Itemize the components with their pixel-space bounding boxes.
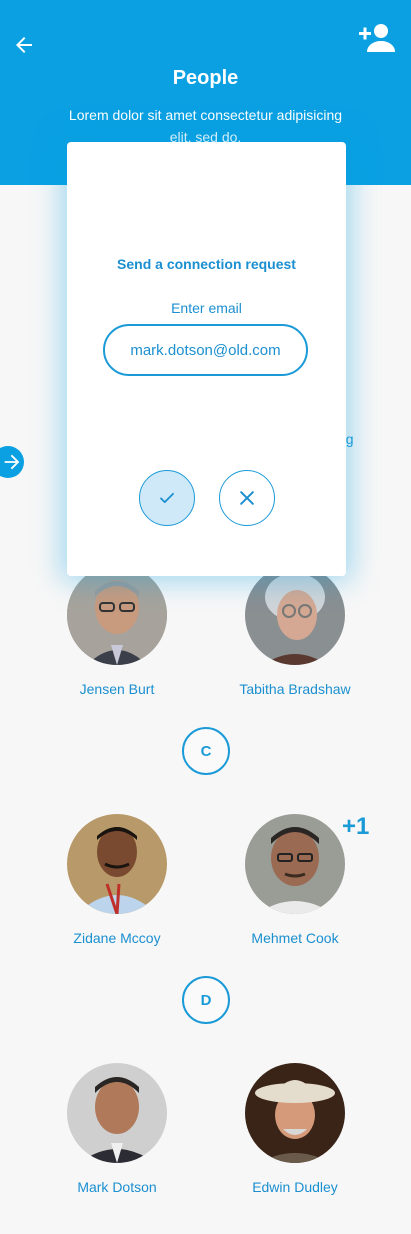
email-field[interactable]: mark.dotson@old.com	[103, 324, 308, 376]
avatar	[245, 1063, 345, 1163]
section-letter-c: C	[182, 727, 230, 775]
person-card[interactable]: Jensen Burt	[37, 565, 197, 697]
email-label: Enter email	[171, 300, 242, 316]
person-card[interactable]: Edwin Dudley	[215, 1063, 375, 1195]
avatar	[245, 814, 345, 914]
portrait-graphic	[245, 814, 345, 914]
cancel-button[interactable]	[219, 470, 275, 526]
person-card[interactable]: Mark Dotson	[37, 1063, 197, 1195]
avatar	[67, 814, 167, 914]
add-user-icon[interactable]	[359, 22, 395, 52]
portrait-graphic	[67, 565, 167, 665]
connection-request-dialog: Send a connection request Enter email ma…	[67, 142, 346, 576]
person-name: Edwin Dudley	[252, 1179, 338, 1195]
portrait-graphic	[245, 565, 345, 665]
person-name: Jensen Burt	[79, 681, 155, 697]
portrait-graphic	[67, 1063, 167, 1163]
page-title: People	[172, 67, 239, 89]
confirm-button[interactable]	[139, 470, 195, 526]
section-letter-d: D	[182, 976, 230, 1024]
next-arrow-button[interactable]	[0, 446, 24, 478]
portrait-graphic	[67, 814, 167, 914]
avatar	[67, 1063, 167, 1163]
person-name: Zidane Mccoy	[73, 930, 161, 946]
person-name: Mehmet Cook	[251, 930, 339, 946]
extra-count-badge[interactable]: +1	[342, 813, 369, 841]
avatar	[245, 565, 345, 665]
close-icon	[240, 491, 254, 505]
dialog-title: Send a connection request	[117, 256, 296, 272]
person-name: Mark Dotson	[77, 1179, 157, 1195]
arrow-right-icon	[4, 454, 20, 470]
portrait-graphic	[245, 1063, 345, 1163]
person-name: Tabitha Bradshaw	[239, 681, 351, 697]
avatar	[67, 565, 167, 665]
arrow-left-icon[interactable]	[12, 33, 36, 57]
person-card[interactable]: Tabitha Bradshaw	[215, 565, 375, 697]
person-card[interactable]: Zidane Mccoy	[37, 814, 197, 946]
check-icon	[160, 492, 174, 504]
